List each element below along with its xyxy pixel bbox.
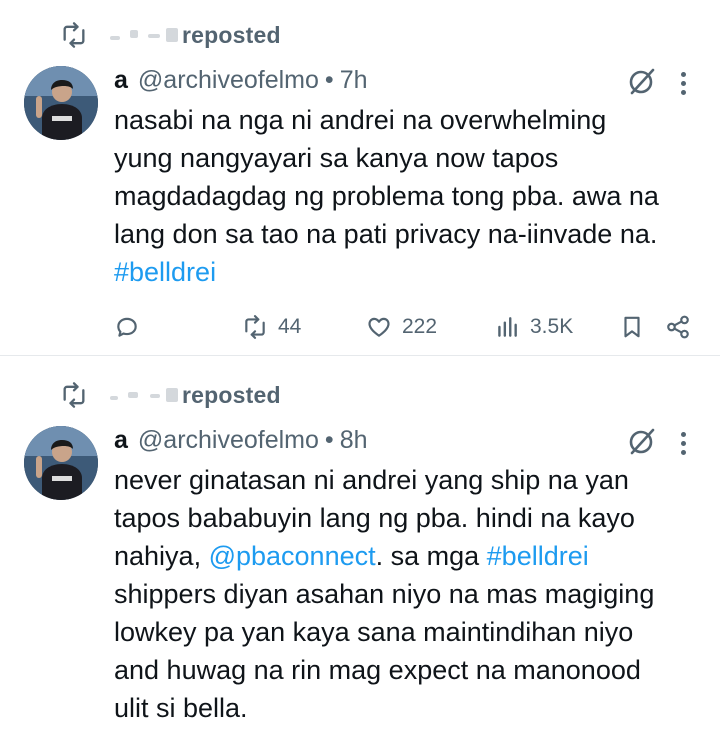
repost-label: reposted	[182, 381, 281, 408]
tweet-line: shippers diyan asahan niyo na mas magigi…	[114, 579, 655, 609]
user-handle[interactable]: @archiveofelmo	[138, 426, 319, 455]
timestamp[interactable]: 7h	[340, 66, 368, 95]
views-button[interactable]: 3.5K	[494, 311, 573, 343]
tweet-text: never ginatasan ni andrei yang ship na y…	[114, 461, 704, 727]
views-icon	[498, 317, 517, 337]
reply-button[interactable]	[114, 311, 140, 343]
repost-label: reposted	[182, 21, 281, 48]
more-icon[interactable]	[676, 68, 690, 96]
tweet-line: nahiya, @pbaconnect. sa mga #belldrei	[114, 541, 589, 571]
redacted-username	[108, 384, 180, 406]
user-handle[interactable]: @archiveofelmo	[138, 66, 319, 95]
tweet-header: a @archiveofelmo • 7h	[114, 63, 368, 97]
tweet-line: lang don sa tao na pati privacy na-iinva…	[114, 219, 658, 249]
tweet[interactable]: reposted a @archiveofelmo • 8h never gin…	[0, 360, 720, 732]
like-count: 222	[402, 315, 438, 338]
action-bar: 44 222 3.5K	[114, 311, 704, 343]
hashtag-link[interactable]: #belldrei	[487, 541, 589, 571]
timestamp[interactable]: 8h	[340, 426, 368, 455]
avatar[interactable]	[24, 426, 98, 500]
repost-icon	[63, 382, 85, 408]
bookmark-button[interactable]	[619, 311, 645, 343]
reply-icon	[117, 317, 137, 337]
tweet-line: nasabi na nga ni andrei na overwhelming	[114, 105, 607, 135]
display-name[interactable]: a	[114, 426, 128, 455]
repost-icon	[245, 315, 265, 339]
like-icon	[368, 317, 390, 337]
repost-indicator: reposted	[60, 378, 281, 412]
repost-count: 44	[278, 315, 302, 338]
more-icon[interactable]	[676, 428, 690, 456]
repost-button[interactable]: 44	[242, 311, 301, 343]
grok-icon[interactable]	[626, 425, 658, 457]
tweet-text: nasabi na nga ni andrei na overwhelming …	[114, 101, 704, 291]
share-icon	[667, 315, 689, 339]
tweet-header: a @archiveofelmo • 8h	[114, 423, 368, 457]
tweet[interactable]: reposted a @archiveofelmo • 7h nasabi na…	[0, 0, 720, 355]
tweet-line: tapos bababuyin lang ng pba. hindi na ka…	[114, 503, 635, 533]
grok-icon[interactable]	[626, 65, 658, 97]
tweet-line: lowkey pa yan kaya sana maintindihan niy…	[114, 617, 634, 647]
separator: •	[324, 65, 334, 94]
tweet-line: ulit si bella.	[114, 693, 248, 723]
repost-indicator: reposted	[60, 18, 281, 52]
tweet-line: and huwag na rin mag expect na manonood	[114, 655, 641, 685]
repost-icon	[63, 22, 85, 48]
avatar[interactable]	[24, 66, 98, 140]
tweet-line: magdadagdag ng problema tong pba. awa na	[114, 181, 659, 211]
divider	[0, 355, 720, 356]
tweet-line: yung nangyayari sa kanya now tapos	[114, 143, 559, 173]
view-count: 3.5K	[530, 315, 574, 338]
like-button[interactable]: 222	[366, 311, 437, 343]
display-name[interactable]: a	[114, 66, 128, 95]
mention-link[interactable]: @pbaconnect	[209, 541, 376, 571]
separator: •	[324, 425, 334, 454]
redacted-username	[108, 24, 180, 46]
bookmark-icon	[624, 316, 640, 338]
share-button[interactable]	[665, 311, 691, 343]
tweet-line: never ginatasan ni andrei yang ship na y…	[114, 465, 629, 495]
hashtag-link[interactable]: #belldrei	[114, 257, 216, 287]
